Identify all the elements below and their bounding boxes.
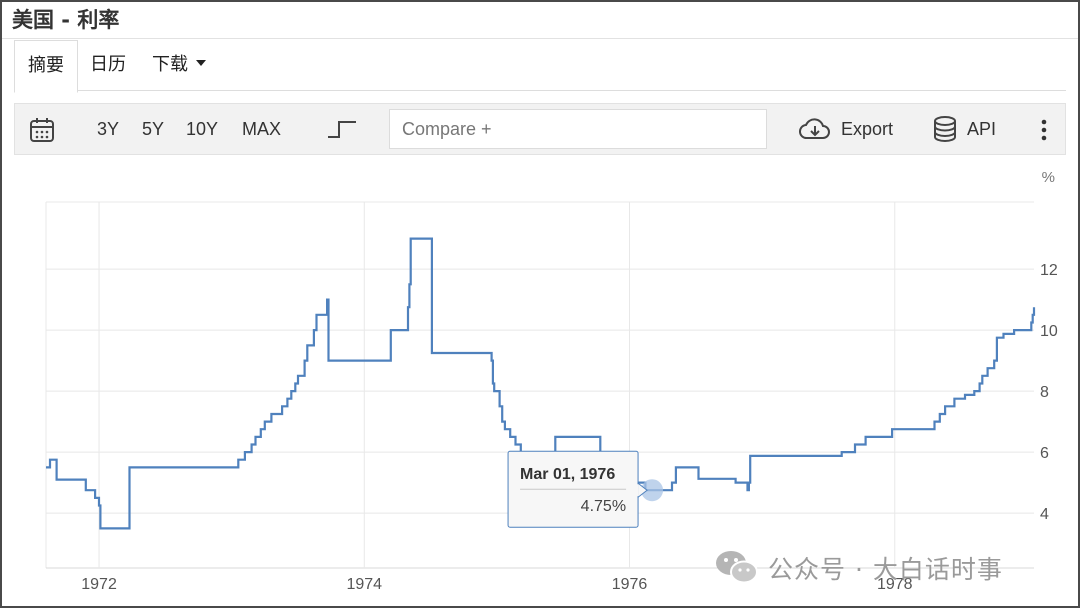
- tab-download-label: 下载: [152, 54, 188, 75]
- y-tick-label: 12: [1040, 262, 1058, 279]
- y-tick-label: 4: [1040, 506, 1049, 523]
- export-button[interactable]: Export: [841, 104, 893, 154]
- x-tick-label: 1974: [346, 576, 382, 593]
- range-3y-button[interactable]: 3Y: [97, 104, 119, 154]
- y-tick-label: 10: [1040, 323, 1058, 340]
- wechat-icon: [716, 551, 758, 584]
- page-title: 美国 - 利率: [12, 8, 120, 32]
- cloud-download-icon[interactable]: [799, 117, 831, 141]
- y-tick-label: 8: [1040, 384, 1049, 401]
- tab-summary[interactable]: 摘要: [14, 40, 78, 93]
- y-tick-label: 6: [1040, 445, 1049, 462]
- range-10y-button[interactable]: 10Y: [186, 104, 218, 154]
- api-button[interactable]: API: [967, 104, 996, 154]
- title-bar: 美国 - 利率: [2, 2, 1078, 39]
- compare-input[interactable]: [389, 109, 767, 149]
- chart-toolbar: 3Y 5Y 10Y MAX Export API: [14, 103, 1066, 155]
- interest-rate-chart[interactable]: 1972 1974 1976 19784681012%Mar 01, 19764.75…: [2, 158, 1078, 604]
- x-tick-label: 1976: [612, 576, 648, 593]
- step-line-icon[interactable]: [327, 118, 357, 140]
- app-frame: 美国 - 利率 摘要 日历 下载 3Y 5Y 10Y MAX Export: [0, 0, 1080, 608]
- tooltip-value: 4.75%: [581, 498, 626, 515]
- y-axis-unit: %: [1042, 169, 1055, 186]
- tooltip-date: Mar 01, 1976: [520, 466, 615, 483]
- caret-down-icon: [196, 60, 206, 66]
- database-icon[interactable]: [933, 116, 957, 142]
- more-vertical-icon[interactable]: [1039, 117, 1049, 143]
- tab-calendar[interactable]: 日历: [90, 40, 126, 90]
- range-5y-button[interactable]: 5Y: [142, 104, 164, 154]
- tab-download[interactable]: 下载: [152, 40, 206, 90]
- range-max-button[interactable]: MAX: [242, 104, 281, 154]
- watermark-text: 公众号 · 大白话时事: [768, 555, 1003, 584]
- x-tick-label: 1972: [81, 576, 117, 593]
- calendar-icon[interactable]: [29, 117, 55, 143]
- tab-bar: 摘要 日历 下载: [14, 40, 1066, 93]
